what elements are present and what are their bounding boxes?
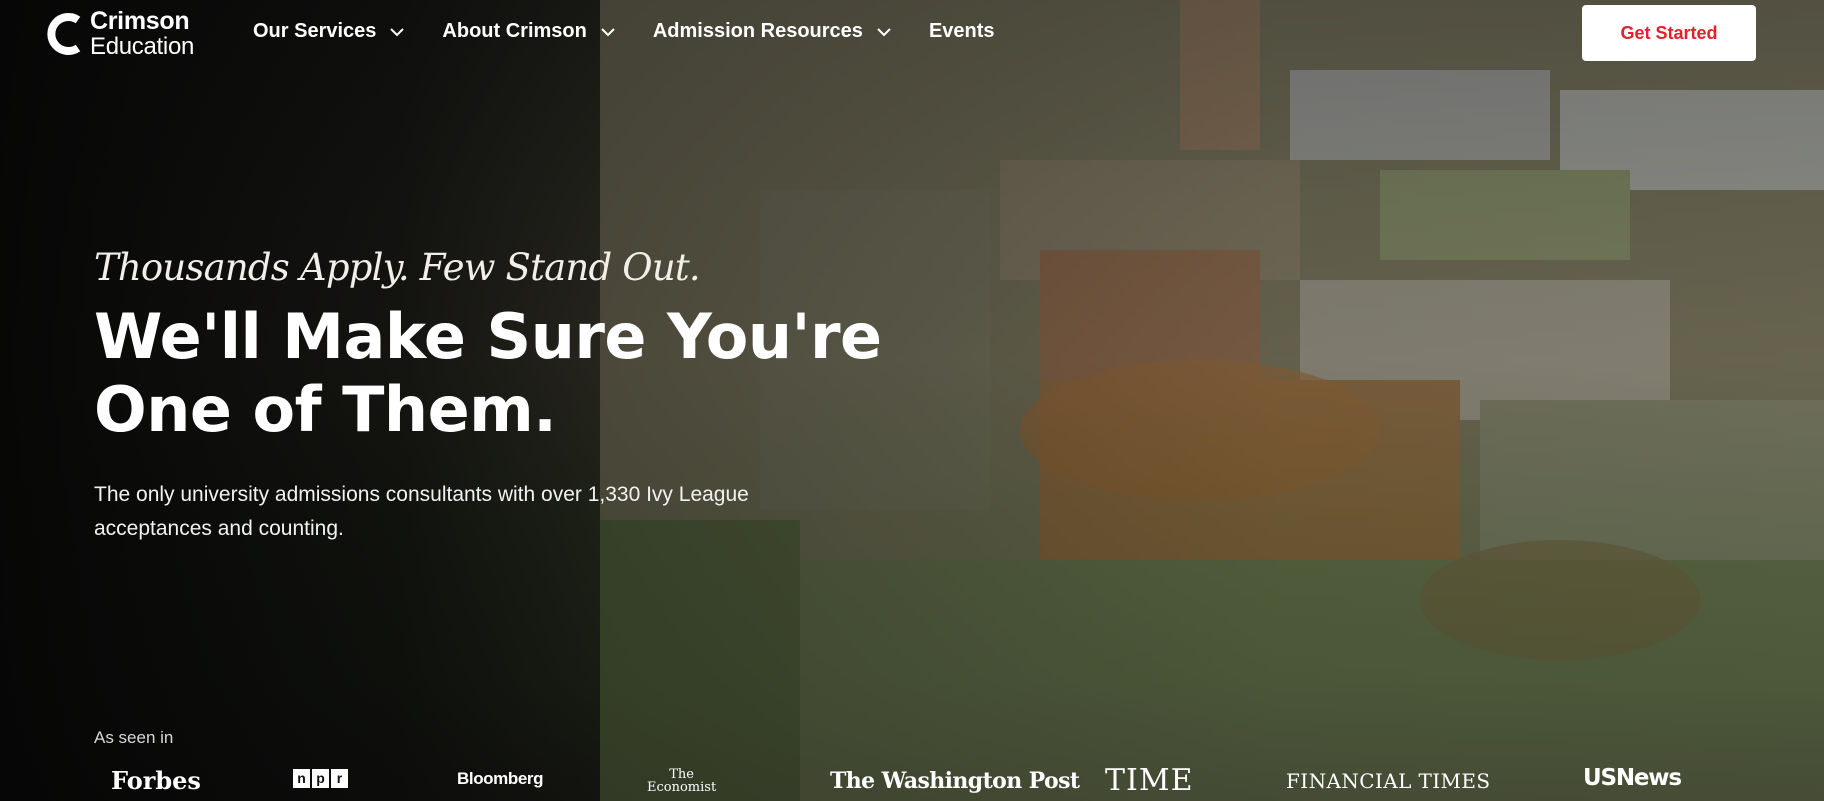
npr-letter: p bbox=[312, 769, 329, 788]
main-menu: Our Services About Crimson Admission Res… bbox=[253, 20, 1025, 43]
brand-name-line2: Education bbox=[90, 33, 195, 60]
headline-line1: We'll Make Sure You're bbox=[94, 300, 882, 373]
npr-letter: n bbox=[293, 769, 310, 788]
menu-label: Events bbox=[928, 20, 995, 42]
economist-line2: Economist bbox=[647, 780, 717, 795]
chevron-down-icon bbox=[877, 27, 891, 36]
economist-logo: The Economist bbox=[647, 768, 716, 794]
chevron-down-icon bbox=[601, 27, 615, 36]
hero-headline: We'll Make Sure You're One of Them. bbox=[94, 300, 914, 446]
time-logo: TIME bbox=[1105, 763, 1194, 798]
hero-tagline: Thousands Apply. Few Stand Out. bbox=[94, 246, 701, 289]
hero-subtext: The only university admissions consultan… bbox=[94, 483, 749, 540]
headline-line2: One of Them. bbox=[94, 373, 557, 446]
menu-label: Admission Resources bbox=[652, 20, 863, 42]
as-seen-in-label: As seen in bbox=[94, 728, 174, 747]
washington-post-logo: The Washington Post bbox=[830, 768, 1080, 794]
npr-letter: r bbox=[331, 769, 348, 788]
menu-events[interactable]: Events bbox=[929, 20, 995, 43]
press-logos: Forbes n p r Bloomberg The Economist The… bbox=[0, 762, 1824, 798]
hero-section: Crimson Education Our Services About Cri… bbox=[0, 0, 1824, 801]
us-news-logo: USNews bbox=[1583, 765, 1682, 791]
chevron-down-icon bbox=[390, 27, 405, 36]
brand-name-line1: Crimson bbox=[90, 7, 190, 35]
menu-label: Our Services bbox=[253, 20, 377, 42]
top-navigation: Crimson Education Our Services About Cri… bbox=[0, 0, 1824, 66]
menu-about-crimson[interactable]: About Crimson bbox=[442, 20, 616, 43]
menu-admission-resources[interactable]: Admission Resources bbox=[653, 20, 893, 43]
npr-logo: n p r bbox=[293, 769, 348, 788]
crimson-logo[interactable]: Crimson Education bbox=[44, 9, 194, 59]
menu-label: About Crimson bbox=[442, 20, 587, 42]
crimson-c-icon bbox=[44, 10, 84, 58]
menu-our-services[interactable]: Our Services bbox=[253, 20, 406, 43]
get-started-button[interactable]: Get Started bbox=[1582, 5, 1756, 61]
forbes-logo: Forbes bbox=[111, 766, 201, 795]
bloomberg-logo: Bloomberg bbox=[457, 769, 544, 788]
us-news-text: USNews bbox=[1583, 765, 1682, 791]
financial-times-logo: FINANCIAL TIMES bbox=[1286, 769, 1491, 793]
